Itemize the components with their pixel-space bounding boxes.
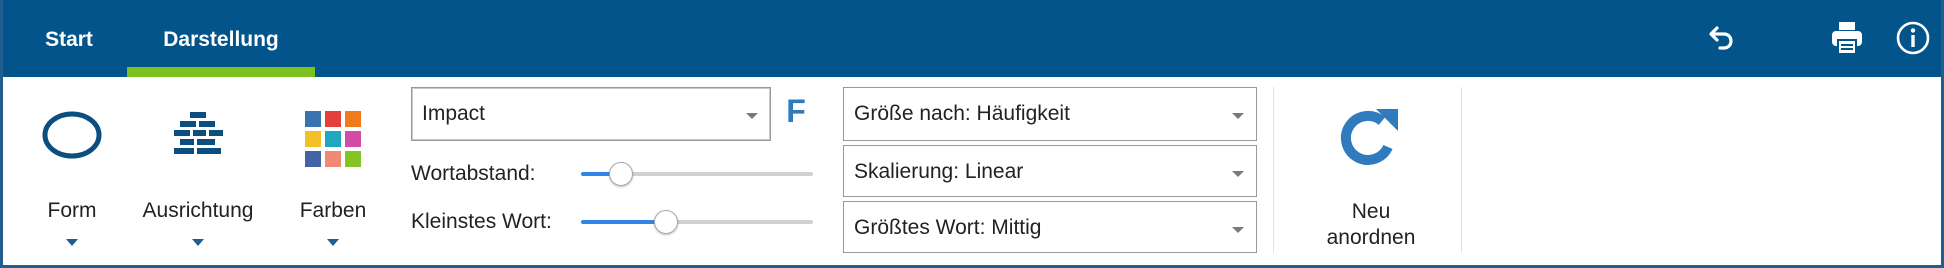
kleinstes-wort-slider[interactable] (581, 210, 813, 234)
groesstes-wort-select[interactable]: Größtes Wort: Mittig (843, 201, 1257, 253)
chevron-down-icon (1232, 227, 1244, 233)
font-select-value: Impact (422, 102, 486, 125)
slider-fill (581, 220, 665, 224)
chevron-down-icon (327, 239, 339, 246)
ausrichtung-label: Ausrichtung (142, 199, 254, 222)
undo-icon[interactable] (1700, 18, 1740, 58)
neu-anordnen-button[interactable]: Neu anordnen (1291, 77, 1451, 257)
print-icon[interactable] (1827, 18, 1867, 58)
ribbon: Form Ausrichtung Farben Impact F Wortabs… (3, 77, 1941, 268)
neu-anordnen-line2: anordnen (1326, 226, 1416, 249)
groesstes-wort-value: Größtes Wort: Mittig (854, 216, 1042, 239)
refresh-icon (1336, 103, 1406, 178)
top-bar: Start Darstellung (3, 0, 1941, 77)
ausrichtung-button[interactable]: Ausrichtung (131, 77, 265, 257)
skalierung-select[interactable]: Skalierung: Linear (843, 145, 1257, 197)
neu-anordnen-label: Neu anordnen (1291, 199, 1451, 251)
chevron-down-icon (192, 239, 204, 246)
chevron-down-icon (1232, 113, 1244, 119)
font-select[interactable]: Impact (411, 87, 771, 141)
ribbon-divider (1273, 87, 1274, 253)
tab-start[interactable]: Start (27, 0, 111, 77)
slider-thumb[interactable] (609, 162, 633, 186)
neu-anordnen-line1: Neu (1351, 200, 1391, 223)
align-icon (166, 109, 230, 166)
app-window: Start Darstellung Form Ausrichtung Farbe… (0, 0, 1944, 268)
bold-button[interactable]: F (781, 91, 811, 131)
skalierung-value: Skalierung: Linear (854, 160, 1024, 183)
groesse-nach-select[interactable]: Größe nach: Häufigkeit (843, 87, 1257, 141)
palette-grid-icon (303, 109, 363, 174)
groesse-nach-value: Größe nach: Häufigkeit (854, 102, 1070, 125)
chevron-down-icon (66, 239, 78, 246)
slider-thumb[interactable] (654, 210, 678, 234)
chevron-down-icon (1232, 171, 1244, 177)
ellipse-icon (41, 109, 103, 166)
chevron-down-icon (746, 113, 758, 119)
farben-label: Farben (299, 199, 367, 222)
form-label: Form (47, 199, 97, 222)
tab-darstellung[interactable]: Darstellung (127, 0, 315, 77)
kleinstes-wort-label: Kleinstes Wort: (411, 210, 552, 233)
wortabstand-label: Wortabstand: (411, 162, 536, 185)
wortabstand-slider[interactable] (581, 162, 813, 186)
ribbon-divider (1461, 87, 1462, 253)
farben-button[interactable]: Farben (291, 77, 375, 257)
active-tab-indicator (127, 67, 315, 77)
info-icon[interactable] (1893, 18, 1933, 58)
form-button[interactable]: Form (31, 77, 113, 257)
